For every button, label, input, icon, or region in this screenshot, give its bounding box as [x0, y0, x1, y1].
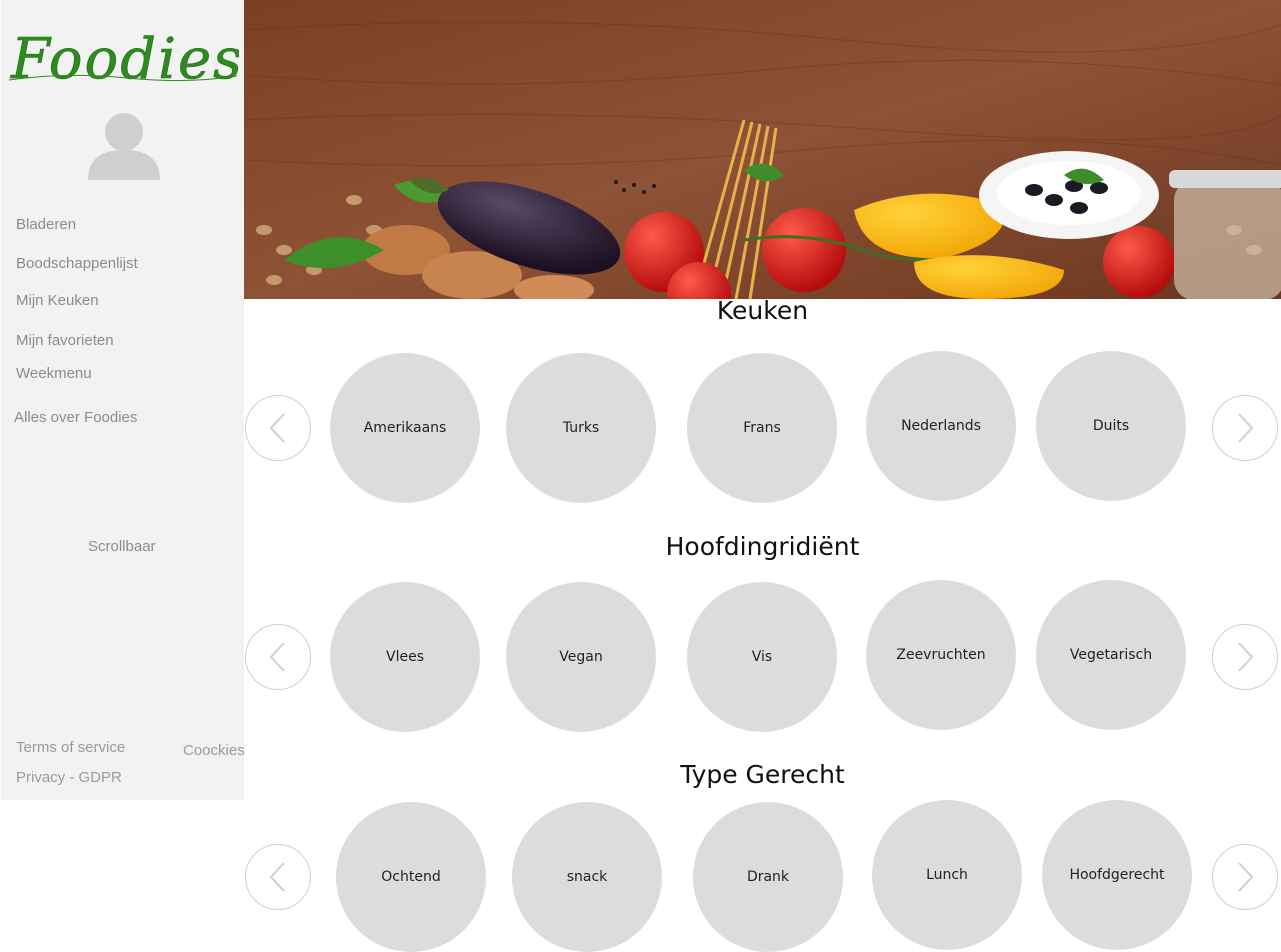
category-vis[interactable]: Vis	[687, 582, 837, 732]
terms-of-service-link[interactable]: Terms of service	[16, 739, 125, 756]
scroll-label: Scrollbaar	[88, 538, 156, 555]
next-arrow-hoofdingredient[interactable]	[1212, 624, 1278, 690]
category-zeevruchten[interactable]: Zeevruchten	[866, 580, 1016, 730]
nav-item-mijn-favorieten[interactable]: Mijn favorieten	[16, 332, 114, 349]
category-snack[interactable]: snack	[512, 802, 662, 952]
sidebar: Foodies Bladeren Boodschappenlijst Mijn …	[1, 0, 245, 800]
avatar-icon[interactable]	[87, 112, 161, 180]
prev-arrow-hoofdingredient[interactable]	[245, 624, 311, 690]
privacy-gdpr-link[interactable]: Privacy - GDPR	[16, 769, 122, 786]
foodies-logo[interactable]: Foodies	[7, 20, 242, 92]
category-hoofdgerecht[interactable]: Hoofdgerecht	[1042, 800, 1192, 950]
category-amerikaans[interactable]: Amerikaans	[330, 353, 480, 503]
chevron-right-icon	[1238, 413, 1254, 443]
category-vlees[interactable]: Vlees	[330, 582, 480, 732]
category-nederlands[interactable]: Nederlands	[866, 351, 1016, 501]
nav-item-boodschappenlijst[interactable]: Boodschappenlijst	[16, 255, 138, 272]
nav-item-bladeren[interactable]: Bladeren	[16, 216, 76, 233]
chevron-right-icon	[1238, 642, 1254, 672]
prev-arrow-type-gerecht[interactable]	[245, 844, 311, 910]
hero-banner-image	[244, 0, 1281, 299]
next-arrow-type-gerecht[interactable]	[1212, 844, 1278, 910]
category-frans[interactable]: Frans	[687, 353, 837, 503]
category-vegan[interactable]: Vegan	[506, 582, 656, 732]
next-arrow-keuken[interactable]	[1212, 395, 1278, 461]
nav-item-weekmenu[interactable]: Weekmenu	[16, 365, 92, 382]
cookies-link[interactable]: Coockies	[183, 742, 245, 759]
category-drank[interactable]: Drank	[693, 802, 843, 952]
section-title-hoofdingredient: Hoofdingridiënt	[665, 532, 860, 561]
section-title-keuken: Keuken	[716, 296, 809, 325]
chevron-left-icon	[269, 862, 285, 892]
chevron-right-icon	[1238, 862, 1254, 892]
logo-text: Foodies	[10, 27, 239, 92]
nav-item-mijn-keuken[interactable]: Mijn Keuken	[16, 292, 99, 309]
chevron-left-icon	[269, 642, 285, 672]
category-ochtend[interactable]: Ochtend	[336, 802, 486, 952]
category-duits[interactable]: Duits	[1036, 351, 1186, 501]
category-lunch[interactable]: Lunch	[872, 800, 1022, 950]
category-turks[interactable]: Turks	[506, 353, 656, 503]
prev-arrow-keuken[interactable]	[245, 395, 311, 461]
nav-item-alles-over-foodies[interactable]: Alles over Foodies	[14, 409, 137, 426]
chevron-left-icon	[269, 413, 285, 443]
category-vegetarisch[interactable]: Vegetarisch	[1036, 580, 1186, 730]
section-title-type-gerecht: Type Gerecht	[680, 760, 845, 789]
